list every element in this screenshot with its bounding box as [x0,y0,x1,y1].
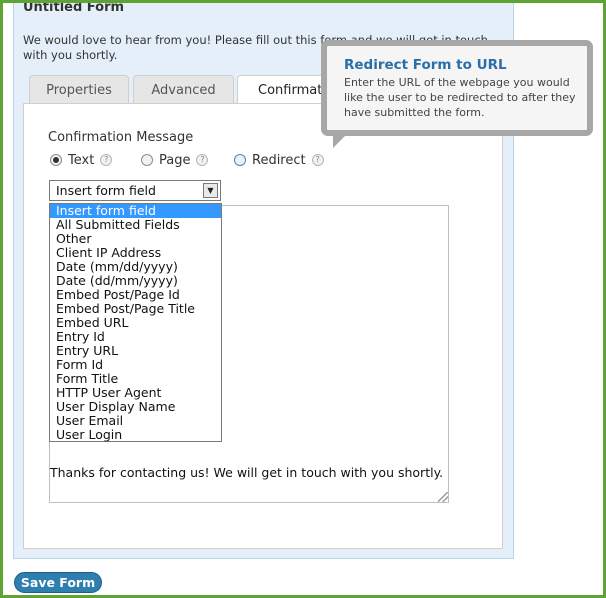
dropdown-option[interactable]: HTTP User Agent [50,386,221,400]
radio-page[interactable] [141,154,153,166]
dropdown-option[interactable]: Entry URL [50,344,221,358]
confirmation-message-text: Thanks for contacting us! We will get in… [50,465,444,480]
dropdown-option[interactable]: User Display Name [50,400,221,414]
dropdown-option[interactable]: Date (mm/dd/yyyy) [50,260,221,274]
confirmation-message-label: Confirmation Message [48,130,194,145]
dropdown-option[interactable]: Insert form field [50,204,221,218]
resize-handle[interactable] [438,492,448,502]
radio-text-label: Text [68,152,95,168]
dropdown-option[interactable]: All Submitted Fields [50,218,221,232]
radio-text[interactable] [50,154,62,166]
save-form-button[interactable]: Save Form [14,572,102,593]
question-mark-icon[interactable]: ? [196,154,209,166]
form-title: Untitled Form [23,0,125,15]
tab-advanced[interactable]: Advanced [133,75,234,104]
insert-form-field-select[interactable]: Insert form field ▼ [49,180,221,201]
tab-properties[interactable]: Properties [29,75,129,104]
dropdown-option[interactable]: Embed Post/Page Id [50,288,221,302]
radio-page-option[interactable]: Page ? [141,152,209,168]
dropdown-option[interactable]: Embed Post/Page Title [50,302,221,316]
radio-redirect-label: Redirect [252,152,306,168]
dropdown-option[interactable]: Form Title [50,372,221,386]
radio-redirect-option[interactable]: Redirect ? [234,152,324,168]
radio-text-option[interactable]: Text ? [50,152,113,168]
question-mark-icon[interactable]: ? [311,154,324,166]
tooltip-title: Redirect Form to URL [344,57,507,73]
tooltip-body: Enter the URL of the webpage you would l… [344,76,576,119]
radio-page-label: Page [159,152,191,168]
dropdown-option[interactable]: Date (dd/mm/yyyy) [50,274,221,288]
triangle-down-icon[interactable]: ▼ [203,183,218,198]
select-value: Insert form field [56,183,156,198]
dropdown-option[interactable]: User Login [50,428,221,442]
question-mark-icon[interactable]: ? [100,154,113,166]
form-field-dropdown: Insert form field All Submitted Fields O… [49,203,222,442]
dropdown-option[interactable]: Client IP Address [50,246,221,260]
tooltip-pointer [333,134,347,148]
dropdown-option[interactable]: Form Id [50,358,221,372]
radio-redirect[interactable] [234,154,246,166]
dropdown-option[interactable]: User Email [50,414,221,428]
dropdown-option[interactable]: Entry Id [50,330,221,344]
dropdown-option[interactable]: Embed URL [50,316,221,330]
redirect-tooltip: Redirect Form to URL Enter the URL of th… [321,40,593,136]
dropdown-option[interactable]: Other [50,232,221,246]
